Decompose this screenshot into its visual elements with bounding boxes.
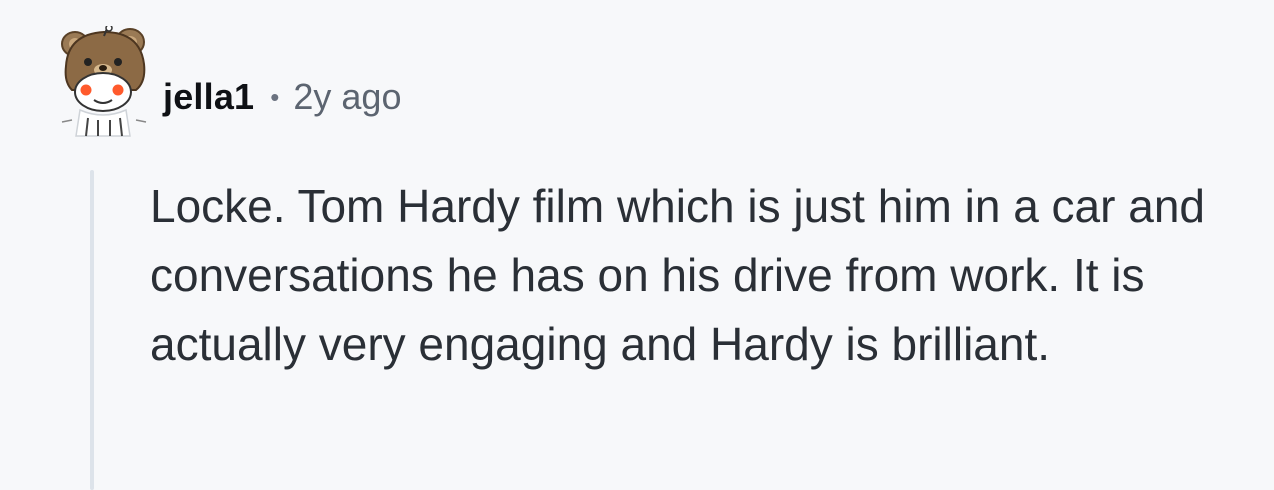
comment-timestamp[interactable]: 2y ago [293,76,401,118]
comment-body: Locke. Tom Hardy film which is just him … [150,180,1205,370]
bear-snoo-avatar-icon [61,24,147,137]
username-link[interactable]: jella1 [163,76,254,118]
meta-separator: • [270,81,280,112]
comment-meta: jella1 • 2y ago [163,72,401,122]
thread-line[interactable] [90,170,94,490]
comment: jella1 • 2y ago Locke. Tom Hardy film wh… [0,0,1274,490]
user-avatar[interactable] [58,24,150,138]
